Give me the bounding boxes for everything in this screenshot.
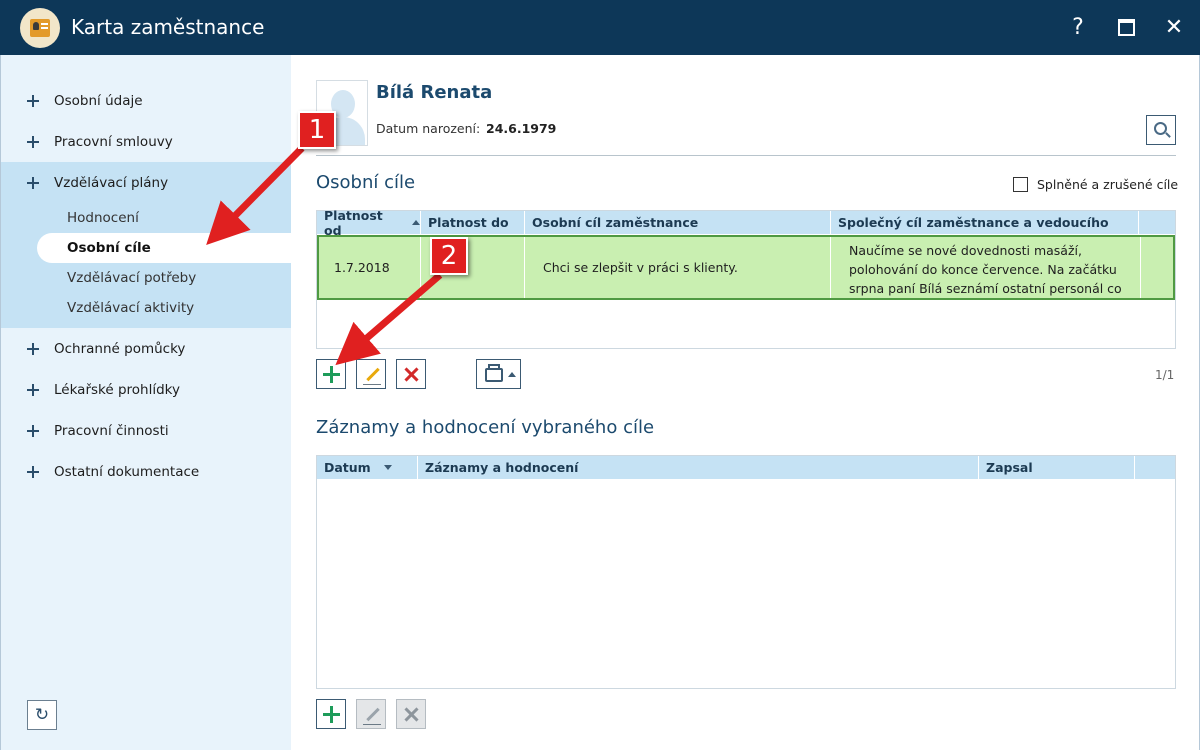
sidebar-item-label: Vzdělávací plány: [54, 175, 169, 191]
records-section-title: Záznamy a hodnocení vybraného cíle: [316, 417, 655, 438]
maximize-icon: [1117, 18, 1135, 36]
printer-icon: [485, 368, 503, 382]
cell-personal-goal: Chci se zlepšit v práci s klienty.: [525, 237, 831, 298]
delete-record-button[interactable]: [396, 699, 426, 729]
sidebar-item-label: Osobní údaje: [54, 93, 143, 109]
window-title: Karta zaměstnance: [71, 15, 265, 39]
sidebar-item-ostatni-dokumentace[interactable]: Ostatní dokumentace: [1, 452, 292, 492]
pencil-icon: [366, 367, 380, 382]
records-table-header: Datum Záznamy a hodnocení Zapsal: [317, 456, 1175, 479]
title-bar: Karta zaměstnance ? ✕: [0, 0, 1200, 55]
expand-plus-icon: [27, 466, 39, 478]
sort-ascending-icon: [412, 220, 420, 225]
sidebar-subitem-vzdelavaci-potreby[interactable]: Vzdělávací potřeby: [37, 263, 292, 293]
employee-card-icon: [20, 8, 60, 48]
sidebar-subitem-hodnoceni[interactable]: Hodnocení: [37, 203, 292, 233]
column-header-valid-to[interactable]: Platnost do: [421, 211, 525, 234]
column-header-date[interactable]: Datum: [317, 456, 418, 479]
sidebar-group-vzdelavaci-plany: Vzdělávací plány Hodnocení Osobní cíle V…: [1, 162, 292, 328]
sidebar-subitem-label: Vzdělávací aktivity: [67, 300, 195, 316]
delete-goal-button[interactable]: [396, 359, 426, 389]
edit-record-button[interactable]: [356, 699, 386, 729]
close-button[interactable]: ✕: [1160, 13, 1188, 41]
print-button[interactable]: [476, 359, 521, 389]
sidebar-item-ochranne-pomucky[interactable]: Ochranné pomůcky: [1, 329, 292, 369]
sidebar-subitem-osobni-cile[interactable]: Osobní cíle: [37, 233, 292, 263]
sidebar-subitem-vzdelavaci-aktivity[interactable]: Vzdělávací aktivity: [37, 293, 292, 323]
goals-pager: 1/1: [1155, 368, 1175, 382]
sidebar: Osobní údaje Pracovní smlouvy Vzdělávací…: [0, 55, 292, 750]
header-divider: [316, 155, 1176, 156]
column-header-shared-goal[interactable]: Společný cíl zaměstnance a vedoucího: [831, 211, 1139, 234]
completed-goals-filter[interactable]: Splněné a zrušené cíle: [1013, 177, 1178, 192]
maximize-button[interactable]: [1112, 13, 1140, 41]
cell-valid-from: 1.7.2018: [319, 237, 421, 298]
birth-date-label: Datum narození:: [376, 121, 481, 136]
sidebar-item-pracovni-cinnosti[interactable]: Pracovní činnosti: [1, 411, 292, 451]
sidebar-item-label: Pracovní smlouvy: [54, 134, 173, 150]
annotation-badge-2: 2: [430, 237, 468, 275]
expand-plus-icon: [27, 384, 39, 396]
column-header-author[interactable]: Zapsal: [979, 456, 1135, 479]
completed-goals-checkbox[interactable]: [1013, 177, 1028, 192]
edit-goal-button[interactable]: [356, 359, 386, 389]
birth-date-value: 24.6.1979: [486, 121, 557, 136]
expand-plus-icon: [27, 95, 39, 107]
expand-plus-icon: [27, 425, 39, 437]
help-button[interactable]: ?: [1064, 13, 1092, 41]
sidebar-item-vzdelavaci-plany[interactable]: Vzdělávací plány: [1, 163, 292, 203]
search-button[interactable]: [1146, 115, 1176, 145]
column-header-valid-from[interactable]: Platnost od: [317, 208, 421, 238]
column-header-personal-goal[interactable]: Osobní cíl zaměstnance: [525, 211, 831, 234]
cell-shared-goal: Naučíme se nové dovednosti masáží, poloh…: [831, 237, 1141, 298]
employee-name: Bílá Renata: [376, 82, 493, 103]
records-table: Datum Záznamy a hodnocení Zapsal: [316, 455, 1176, 689]
chevron-up-icon: [508, 372, 516, 377]
goals-section-title: Osobní cíle: [316, 172, 416, 193]
sidebar-subitem-label: Osobní cíle: [67, 240, 151, 256]
refresh-button[interactable]: ↻: [27, 700, 57, 730]
sidebar-item-label: Ochranné pomůcky: [54, 341, 186, 357]
sidebar-item-lekarske-prohlidky[interactable]: Lékařské prohlídky: [1, 370, 292, 410]
expand-plus-icon: [27, 343, 39, 355]
goals-table-header: Platnost od Platnost do Osobní cíl zaměs…: [317, 208, 1175, 238]
goals-table: Platnost od Platnost do Osobní cíl zaměs…: [316, 208, 1176, 349]
sidebar-item-osobni-udaje[interactable]: Osobní údaje: [1, 81, 292, 121]
expand-plus-icon: [27, 136, 39, 148]
completed-goals-label: Splněné a zrušené cíle: [1037, 177, 1179, 192]
sidebar-subitem-label: Hodnocení: [67, 210, 139, 226]
sidebar-item-label: Lékařské prohlídky: [54, 382, 180, 398]
sidebar-subitem-label: Vzdělávací potřeby: [67, 270, 197, 286]
column-header-records[interactable]: Záznamy a hodnocení: [418, 456, 979, 479]
sidebar-item-label: Pracovní činnosti: [54, 423, 169, 439]
refresh-icon: ↻: [34, 705, 50, 725]
add-record-button[interactable]: [316, 699, 346, 729]
collapse-minus-icon: [27, 177, 39, 189]
sort-descending-icon: [383, 465, 392, 470]
add-goal-button[interactable]: [316, 359, 346, 389]
main-panel: Bílá Renata Datum narození: 24.6.1979 Os…: [291, 55, 1200, 750]
annotation-badge-1: 1: [298, 111, 336, 149]
sidebar-item-label: Ostatní dokumentace: [54, 464, 200, 480]
sidebar-item-pracovni-smlouvy[interactable]: Pracovní smlouvy: [1, 122, 292, 162]
pencil-icon: [366, 707, 380, 722]
